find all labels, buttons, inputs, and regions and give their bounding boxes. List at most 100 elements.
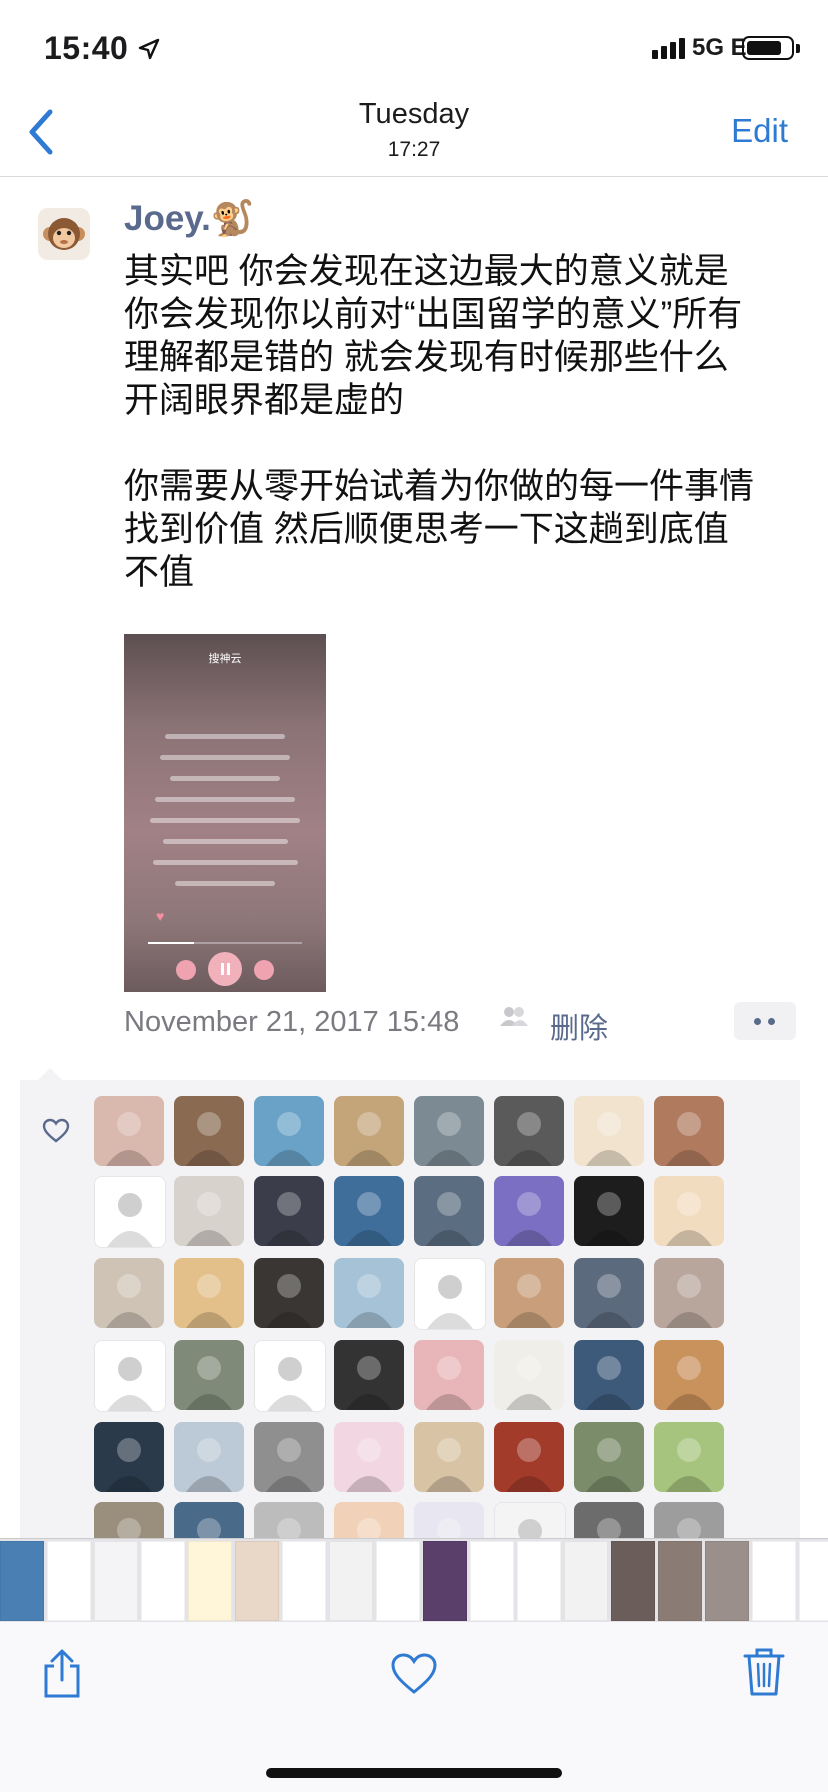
photo-thumbnail[interactable] [611,1541,655,1621]
heart-icon [391,1653,437,1694]
liker-avatar[interactable] [414,1422,484,1492]
photo-thumbnail[interactable] [235,1541,279,1621]
friends-icon [500,1007,528,1026]
liker-avatar[interactable] [414,1502,484,1540]
battery-nub [796,44,800,53]
liker-avatar[interactable] [574,1422,644,1492]
liker-avatar[interactable] [94,1258,164,1328]
post-text: 其实吧 你会发现在这边最大的意义就是 你会发现你以前对“出国留学的意义”所有 理… [124,252,755,592]
avatar[interactable] [38,208,90,260]
nav-title: Tuesday [358,98,470,130]
bottom-toolbar [0,1622,828,1792]
photo-thumbnail-strip[interactable] [0,1538,828,1623]
photo-thumbnail[interactable] [94,1541,138,1621]
delete-photo-button[interactable] [742,1646,786,1703]
liker-avatar[interactable] [654,1096,724,1166]
liker-avatar[interactable] [94,1340,166,1412]
liker-avatar[interactable] [574,1096,644,1166]
liker-avatar[interactable] [414,1258,486,1330]
liker-avatar[interactable] [334,1096,404,1166]
network-type: 5G E [692,34,747,61]
liker-avatar[interactable] [174,1258,244,1328]
liker-avatar[interactable] [574,1176,644,1246]
heart-outline-icon [42,1118,70,1143]
liker-avatar[interactable] [174,1340,244,1410]
liker-avatar[interactable] [174,1422,244,1492]
thumbnail-row [0,1539,828,1621]
liker-avatar[interactable] [174,1176,244,1246]
liker-avatar[interactable] [174,1096,244,1166]
liker-avatar[interactable] [654,1340,724,1410]
liker-avatar[interactable] [574,1502,644,1540]
liker-avatar[interactable] [334,1340,404,1410]
liker-avatar[interactable] [654,1502,724,1540]
liker-avatar[interactable] [334,1422,404,1492]
photo-thumbnail[interactable] [470,1541,514,1621]
liker-avatar[interactable] [414,1340,484,1410]
photo-thumbnail[interactable] [0,1541,44,1621]
photo-thumbnail[interactable] [188,1541,232,1621]
image-progress-bar [148,942,302,944]
liker-avatar[interactable] [174,1502,244,1540]
liker-avatar[interactable] [414,1096,484,1166]
delete-link[interactable]: 删除 [550,1005,608,1047]
photo-thumbnail[interactable] [658,1541,702,1621]
liker-avatar[interactable] [94,1176,166,1248]
photo-thumbnail[interactable] [423,1541,467,1621]
photo-thumbnail[interactable] [799,1541,828,1621]
liker-avatar[interactable] [334,1258,404,1328]
liker-avatar[interactable] [94,1502,164,1540]
image-lyrics [134,718,316,886]
battery-icon [742,36,794,60]
liker-avatar[interactable] [334,1176,404,1246]
liker-avatar[interactable] [494,1258,564,1328]
photo-thumbnail[interactable] [705,1541,749,1621]
liker-avatar[interactable] [334,1502,404,1540]
more-button[interactable] [734,1002,796,1040]
post-image-music-screenshot[interactable]: 搜神云 ♥ [124,634,326,992]
photo-thumbnail[interactable] [47,1541,91,1621]
liker-avatar[interactable] [654,1258,724,1328]
home-indicator [266,1768,562,1778]
liker-avatar[interactable] [654,1422,724,1492]
likes-grid [94,1096,724,1540]
liker-avatar[interactable] [574,1258,644,1328]
liker-avatar[interactable] [494,1096,564,1166]
edit-button[interactable]: Edit [731,112,788,150]
liker-avatar[interactable] [414,1176,484,1246]
nav-subtitle: 17:27 [387,138,441,161]
photo-thumbnail[interactable] [752,1541,796,1621]
cellular-signal-icon [652,38,685,59]
liker-avatar[interactable] [494,1422,564,1492]
photo-thumbnail[interactable] [282,1541,326,1621]
liker-avatar[interactable] [654,1176,724,1246]
liker-avatar[interactable] [254,1258,324,1328]
liker-avatar[interactable] [94,1096,164,1166]
liker-avatar[interactable] [494,1340,564,1410]
image-next-icon [254,960,274,980]
photo-thumbnail[interactable] [329,1541,373,1621]
photo-thumbnail[interactable] [517,1541,561,1621]
author-name[interactable]: Joey.🐒 [124,198,254,239]
likes-pointer [38,1068,62,1080]
monkey-avatar-icon [38,208,90,260]
liker-avatar[interactable] [254,1176,324,1246]
liker-avatar[interactable] [494,1176,564,1246]
image-status-bar [124,634,326,646]
liker-avatar[interactable] [254,1502,324,1540]
like-photo-button[interactable] [390,1652,438,1701]
photo-thumbnail[interactable] [141,1541,185,1621]
liker-avatar[interactable] [254,1340,326,1412]
photo-thumbnail[interactable] [564,1541,608,1621]
image-pause-icon [208,952,242,986]
share-button[interactable] [40,1648,84,1705]
liker-avatar[interactable] [494,1502,566,1540]
image-song-title: 搜神云 [208,653,242,665]
liker-avatar[interactable] [94,1422,164,1492]
trash-icon [743,1648,785,1696]
liker-avatar[interactable] [574,1340,644,1410]
liker-avatar[interactable] [254,1096,324,1166]
share-icon [44,1649,80,1698]
photo-thumbnail[interactable] [376,1541,420,1621]
liker-avatar[interactable] [254,1422,324,1492]
